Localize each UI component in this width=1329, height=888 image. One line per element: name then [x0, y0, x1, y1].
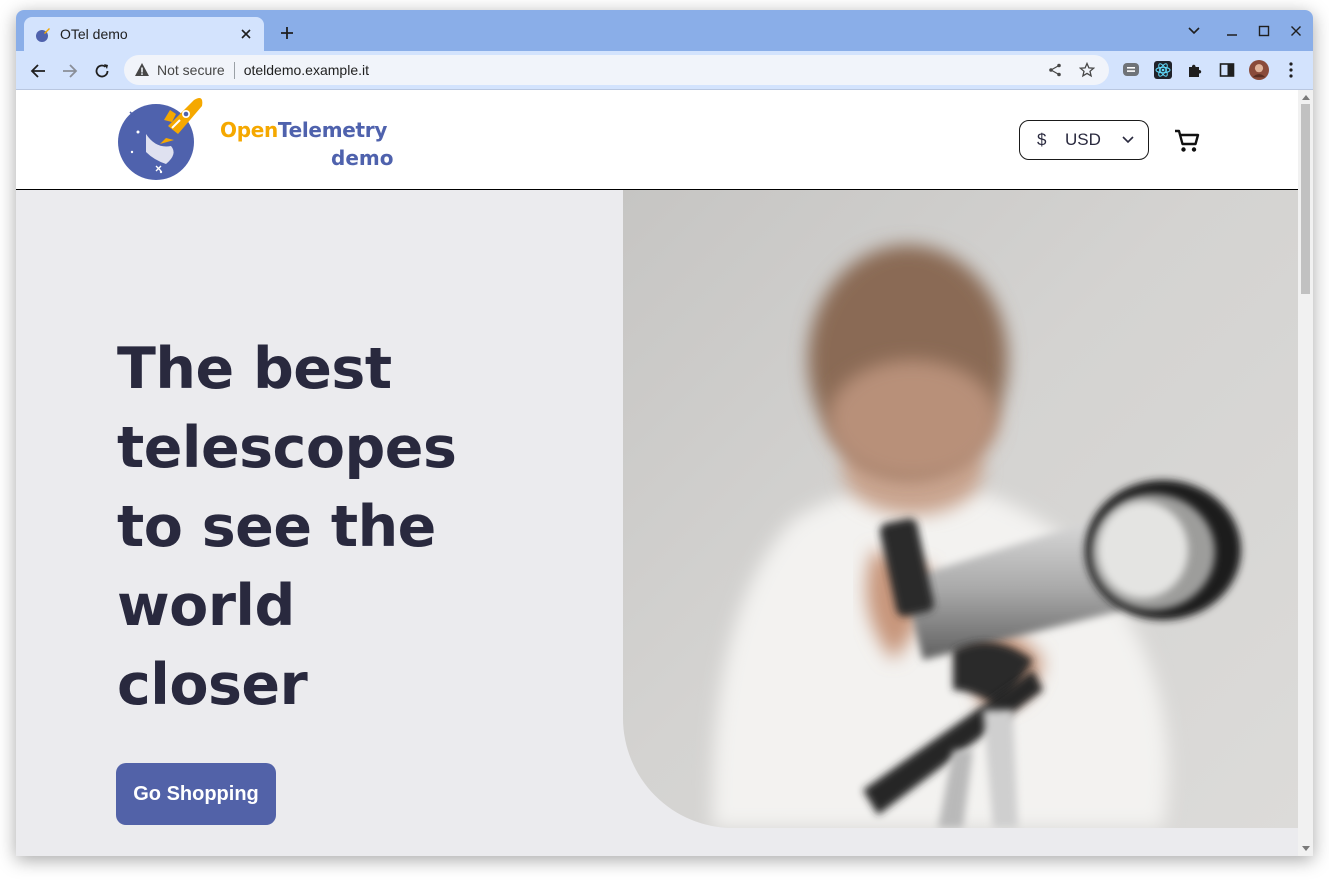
- side-panel-icon[interactable]: [1217, 60, 1237, 80]
- minimize-icon[interactable]: [1223, 22, 1241, 40]
- go-shopping-button[interactable]: Go Shopping: [116, 763, 276, 825]
- tab-search-chevron-icon[interactable]: [1185, 22, 1203, 40]
- page-scrollbar[interactable]: [1298, 90, 1313, 856]
- extension-chat-icon[interactable]: [1121, 60, 1141, 80]
- url-text[interactable]: oteldemo.example.it: [244, 62, 1045, 78]
- hero-title-line: closer: [117, 652, 308, 718]
- profile-avatar[interactable]: [1249, 60, 1269, 80]
- share-icon[interactable]: [1045, 60, 1065, 80]
- scrollbar-thumb[interactable]: [1301, 104, 1310, 294]
- browser-window: OTel demo Not secure oteldemo.example.it…: [16, 10, 1313, 856]
- extensions-puzzle-icon[interactable]: [1185, 60, 1205, 80]
- maximize-icon[interactable]: [1255, 22, 1273, 40]
- logo-wordmark: OpenTelemetry: [220, 118, 387, 142]
- tab-title: OTel demo: [60, 26, 128, 42]
- logo-word-open: Open: [220, 118, 278, 142]
- hero-title-line: The best: [117, 336, 392, 402]
- hero-banner: The best telescopes to see the world clo…: [16, 190, 1298, 856]
- forward-icon[interactable]: [58, 59, 82, 83]
- omnibox-divider: [233, 61, 235, 79]
- tab-strip: OTel demo: [16, 10, 1313, 51]
- address-bar[interactable]: Not secure oteldemo.example.it: [124, 55, 1109, 85]
- hero-title-line: telescopes: [117, 415, 457, 481]
- browser-menu-icon[interactable]: [1281, 60, 1301, 80]
- otel-favicon-icon: [36, 27, 50, 42]
- hero-title-line: to see the: [117, 494, 436, 560]
- cart-icon[interactable]: [1173, 127, 1201, 155]
- new-tab-icon[interactable]: [276, 22, 298, 44]
- reload-icon[interactable]: [90, 59, 114, 83]
- back-icon[interactable]: [26, 59, 50, 83]
- page-viewport: OpenTelemetry demo $ USD The best telesc…: [16, 90, 1298, 856]
- react-devtools-icon[interactable]: [1153, 60, 1173, 80]
- bookmark-star-icon[interactable]: [1077, 60, 1097, 80]
- security-label[interactable]: Not secure: [157, 62, 225, 78]
- hero-title: The best telescopes to see the world clo…: [117, 330, 537, 725]
- tab-close-icon[interactable]: [236, 24, 256, 44]
- logo-word-demo: demo: [331, 146, 394, 170]
- browser-tab[interactable]: OTel demo: [24, 17, 264, 51]
- hero-image-boy-with-telescope: [623, 190, 1298, 828]
- telescope-planet-logo-icon: [118, 98, 203, 180]
- boy-telescope-illustration: [712, 245, 1241, 828]
- logo-word-telemetry: Telemetry: [277, 118, 388, 142]
- opentelemetry-demo-logo[interactable]: OpenTelemetry demo: [116, 94, 406, 182]
- scroll-up-arrow-icon[interactable]: [1301, 93, 1310, 101]
- chevron-down-icon: [1122, 133, 1136, 147]
- browser-toolbar: Not secure oteldemo.example.it: [16, 51, 1313, 90]
- currency-selector[interactable]: $ USD: [1019, 120, 1149, 160]
- site-header: OpenTelemetry demo $ USD: [16, 90, 1298, 190]
- scroll-down-arrow-icon[interactable]: [1301, 844, 1310, 852]
- close-window-icon[interactable]: [1287, 22, 1305, 40]
- hero-title-line: world: [117, 573, 295, 639]
- currency-code: USD: [1065, 130, 1101, 149]
- currency-symbol: $: [1037, 130, 1047, 149]
- warning-icon[interactable]: [134, 62, 150, 78]
